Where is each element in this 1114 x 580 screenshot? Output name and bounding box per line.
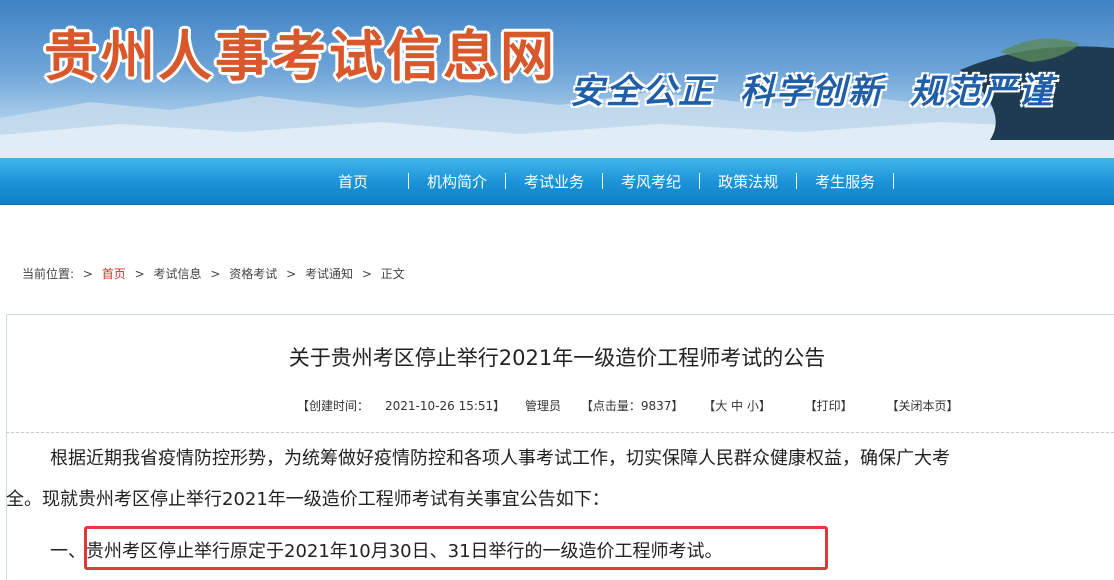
nav-item-about[interactable]: 机构简介 bbox=[409, 171, 505, 192]
main-nav: 首页 机构简介 考试业务 考风考纪 政策法规 考生服务 bbox=[0, 158, 1114, 205]
article-paragraph-1: 根据近期我省疫情防控形势，为统筹做好疫情防控和各项人事考试工作，切实保障人民群众… bbox=[50, 448, 950, 469]
breadcrumb-qualification-link[interactable]: 资格考试 bbox=[229, 267, 277, 281]
created-value: 2021-10-26 15:51】 bbox=[385, 399, 506, 413]
breadcrumb-exam-info-link[interactable]: 考试信息 bbox=[154, 267, 202, 281]
view-count: 【点击量：9837】 bbox=[580, 399, 684, 413]
motto-part-3: 规范严谨 bbox=[910, 72, 1054, 112]
author: 管理员 bbox=[524, 399, 561, 413]
motto-part-2: 科学创新 bbox=[740, 72, 884, 112]
site-banner: 贵州人事考试信息网 安全公正 科学创新 规范严谨 bbox=[0, 0, 1114, 158]
breadcrumb-notice-link[interactable]: 考试通知 bbox=[305, 267, 353, 281]
print-link[interactable]: 【打印】 bbox=[805, 399, 853, 413]
article-title: 关于贵州考区停止举行2021年一级造价工程师考试的公告 bbox=[288, 346, 826, 370]
breadcrumb-label: 当前位置: bbox=[22, 267, 75, 281]
created-label: 【创建时间： bbox=[297, 399, 370, 413]
site-title: 贵州人事考试信息网 bbox=[44, 24, 557, 88]
article-paragraph-2: 全。现就贵州考区停止举行2021年一级造价工程师考试有关事宜公告如下： bbox=[6, 489, 610, 510]
nav-item-candidate-service[interactable]: 考生服务 bbox=[797, 171, 893, 192]
meta-divider bbox=[6, 432, 1114, 433]
nav-item-home[interactable]: 首页 bbox=[320, 171, 408, 192]
nav-item-exam-business[interactable]: 考试业务 bbox=[506, 171, 602, 192]
nav-item-policy[interactable]: 政策法规 bbox=[700, 171, 796, 192]
breadcrumb: 当前位置: > 首页 > 考试信息 > 资格考试 > 考试通知 > 正文 bbox=[22, 267, 405, 281]
article-meta: 【创建时间： 2021-10-26 15:51】 管理员 【点击量：9837】 【… bbox=[297, 397, 989, 414]
nav-item-exam-discipline[interactable]: 考风考纪 bbox=[603, 171, 699, 192]
nav-separator bbox=[893, 173, 895, 189]
motto-part-1: 安全公正 bbox=[570, 72, 714, 112]
breadcrumb-current: 正文 bbox=[380, 267, 405, 281]
highlight-box bbox=[84, 526, 828, 570]
breadcrumb-home-link[interactable]: 首页 bbox=[102, 267, 126, 281]
site-motto: 安全公正 科学创新 规范严谨 bbox=[570, 64, 1080, 113]
close-page-link[interactable]: 【关闭本页】 bbox=[887, 399, 959, 413]
font-size-control[interactable]: 【大 中 小】 bbox=[703, 399, 771, 413]
